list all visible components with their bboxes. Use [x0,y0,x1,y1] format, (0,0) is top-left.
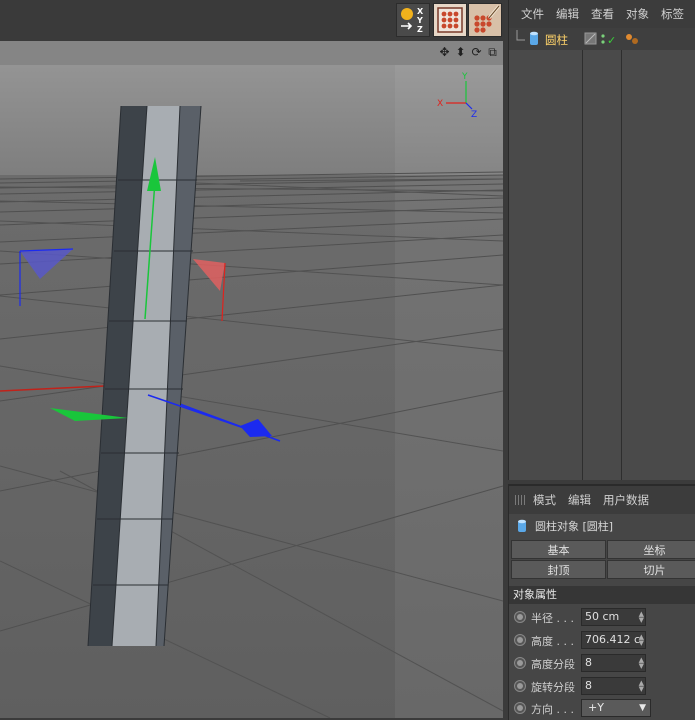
menu-tags[interactable]: 标签 [661,6,684,22]
attribute-manager-panel: 模式 编辑 用户数据 圆柱对象 [圆柱] 基本 坐标 封顶 切片 对象属性 半径… [508,484,695,720]
viewport-header [0,41,503,65]
object-name[interactable]: 圆柱 [545,32,568,48]
radius-value: 50 cm [585,610,620,623]
object-list: 圆柱 ✓ [509,28,695,480]
attribute-title: 圆柱对象 [圆柱] [535,520,614,533]
radius-field[interactable]: 50 cm ▲ ▼ [581,608,646,626]
menu-edit[interactable]: 编辑 [568,492,591,508]
main-toolbar: X Y Z [0,0,505,41]
object-manager-menu: 文件 编辑 查看 对象 标签 [509,0,695,28]
viewport-nav-icons: ✥ ⬍ ⟳ ⧉ [438,45,499,61]
menu-objects[interactable]: 对象 [626,6,649,22]
attribute-tabs: 基本 坐标 封顶 切片 [511,540,695,579]
spinner-icon[interactable]: ▲ ▼ [639,657,644,670]
param-label: 高度 . . . [531,635,574,648]
param-orientation: 方向 . . . +Y ▼ [509,697,695,720]
orientation-value: +Y [588,701,604,714]
menu-mode[interactable]: 模式 [533,492,556,508]
axis-label-x: X [437,99,443,109]
object-row-cylinder[interactable]: 圆柱 ✓ [509,28,695,50]
animate-radio[interactable] [514,634,526,646]
tab-caps[interactable]: 封顶 [511,560,606,579]
rotation-segments-field[interactable]: 8 ▲ ▼ [581,677,646,695]
param-height-segments: 高度分段 8 ▲ ▼ [509,652,695,675]
axis-label-z: Z [471,110,477,120]
rotate-view-icon[interactable]: ⟳ [470,45,483,59]
move-view-icon[interactable]: ✥ [438,45,451,59]
height-value: 706.412 c [585,633,641,646]
attribute-title-row: 圆柱对象 [圆柱] [509,514,695,538]
viewport-scene: Y X Z [0,65,503,718]
hierarchy-line-icon [516,30,538,45]
orientation-select[interactable]: +Y ▼ [581,699,651,717]
coordinate-system-icon: X Y Z [401,7,424,34]
attribute-manager-menu: 模式 编辑 用户数据 [509,486,695,514]
render-view-button[interactable] [433,3,467,37]
spinner-icon[interactable]: ▲ ▼ [639,611,644,624]
render-settings-button[interactable] [468,3,502,37]
object-manager-panel: 文件 编辑 查看 对象 标签 圆柱 ✓ [508,0,695,480]
svg-text:Y: Y [416,16,423,25]
spinner-icon[interactable]: ▲ ▼ [639,634,644,647]
visibility-editor-dot [601,34,605,38]
rotation-segments-value: 8 [585,679,592,692]
tab-slice[interactable]: 切片 [607,560,695,579]
tab-basic[interactable]: 基本 [511,540,606,559]
menu-edit[interactable]: 编辑 [556,6,579,22]
height-field[interactable]: 706.412 c ▲ ▼ [581,631,646,649]
enabled-check-icon: ✓ [607,34,616,47]
panel-grip-icon[interactable] [515,495,527,505]
render-settings-icon [474,5,501,33]
param-rotation-segments: 旋转分段 8 ▲ ▼ [509,675,695,698]
animate-radio[interactable] [514,702,526,714]
axis-label-y: Y [461,72,468,82]
menu-file[interactable]: 文件 [521,6,544,22]
render-view-icon [437,7,463,33]
cylinder-icon [530,31,538,45]
object-flags: ✓ [584,32,616,47]
param-label: 高度分段 [531,658,575,671]
param-label: 方向 . . . [531,703,574,716]
tab-coord[interactable]: 坐标 [607,540,695,559]
svg-text:X: X [417,7,424,16]
height-segments-value: 8 [585,656,592,669]
param-height: 高度 . . . 706.412 c ▲ ▼ [509,629,695,652]
animate-radio[interactable] [514,611,526,623]
section-object-properties: 对象属性 [509,586,695,604]
animate-radio[interactable] [514,657,526,669]
svg-text:Z: Z [417,25,423,34]
maximize-view-icon[interactable]: ⧉ [486,45,499,59]
param-label: 旋转分段 [531,681,575,694]
tag-icon[interactable] [623,28,643,50]
param-label: 半径 . . . [531,612,574,625]
coordinate-system-button[interactable]: X Y Z [396,3,430,37]
animate-radio[interactable] [514,680,526,692]
spinner-icon[interactable]: ▲ ▼ [639,680,644,693]
zoom-view-icon[interactable]: ⬍ [454,45,467,59]
3d-viewport[interactable]: Y X Z ✥ ⬍ ⟳ ⧉ [0,41,503,718]
cylinder-icon [518,519,526,532]
height-segments-field[interactable]: 8 ▲ ▼ [581,654,646,672]
visibility-render-dot [601,40,605,44]
param-radius: 半径 . . . 50 cm ▲ ▼ [509,606,695,629]
chevron-down-icon: ▼ [639,703,646,713]
menu-user-data[interactable]: 用户数据 [603,492,649,508]
menu-view[interactable]: 查看 [591,6,614,22]
toolbar-empty-area [0,0,394,41]
